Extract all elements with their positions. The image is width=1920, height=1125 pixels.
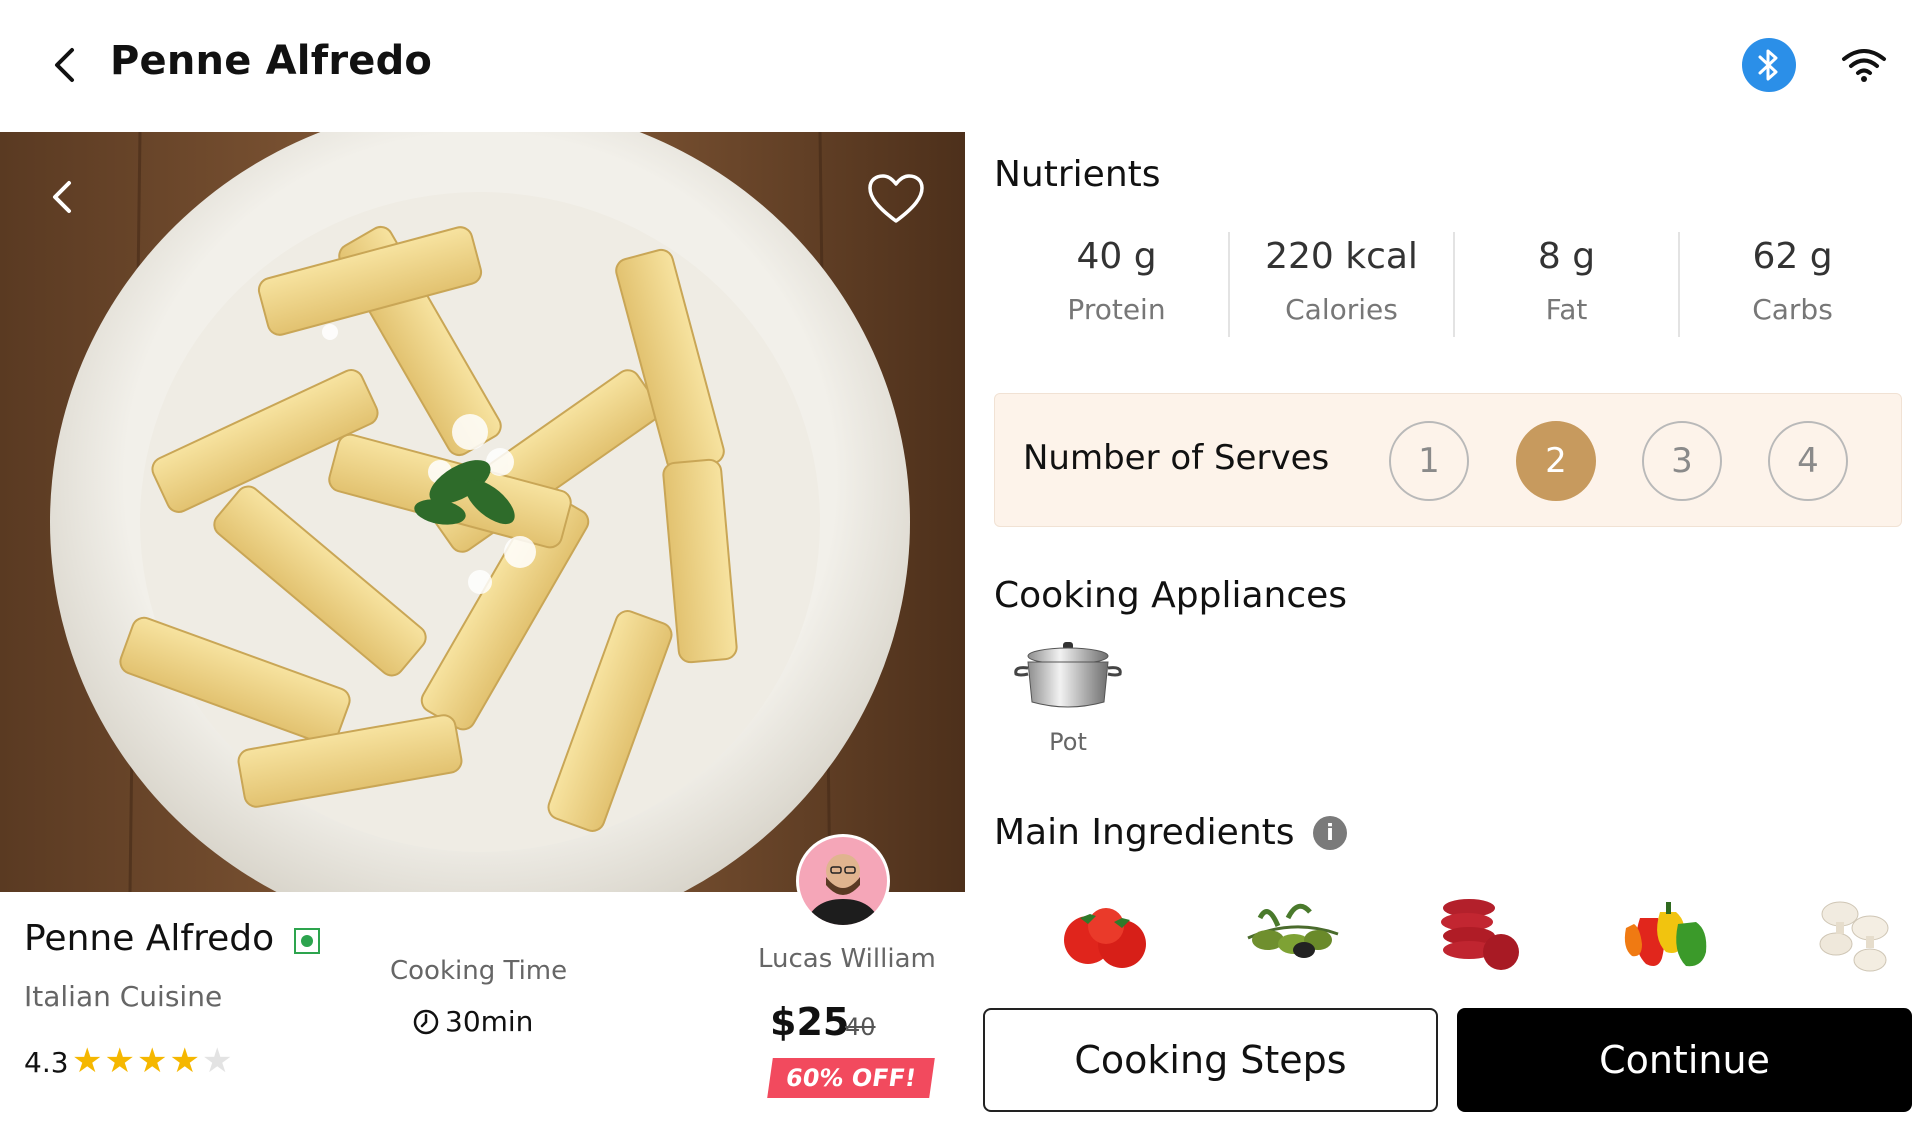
chevron-left-icon [53, 181, 71, 213]
cooking-steps-button[interactable]: Cooking Steps [983, 1008, 1438, 1112]
serves-selector: Number of Serves 1 2 3 4 [994, 393, 1902, 527]
nutrients-title: Nutrients [994, 154, 1161, 195]
nutrient-label: Fat [1545, 293, 1588, 326]
serve-option-1[interactable]: 1 [1389, 421, 1469, 501]
tomato-icon[interactable] [1050, 878, 1160, 988]
cooking-time-label: Cooking Time [390, 956, 568, 986]
dish-photo [0, 132, 965, 892]
nutrient-value: 220 kcal [1265, 236, 1418, 277]
star-filled-icon: ★ [104, 1041, 135, 1081]
wifi-icon [1842, 49, 1886, 82]
chevron-left-icon [55, 48, 74, 82]
original-price: 40 [845, 1013, 876, 1041]
nutrient-protein: 40 g Protein [1005, 232, 1230, 337]
photo-back-button[interactable] [42, 172, 82, 222]
star-filled-icon: ★ [169, 1041, 200, 1081]
favorite-button[interactable] [864, 167, 928, 231]
nutrients-panel: 40 g Protein 220 kcal Calories 8 g Fat 6… [1005, 232, 1905, 337]
heart-outline-icon [868, 174, 924, 223]
clock-icon [413, 1009, 439, 1034]
appliances-title: Cooking Appliances [994, 575, 1348, 616]
cuisine-label: Italian Cuisine [24, 980, 223, 1013]
cooking-time-text: 30min [445, 1005, 534, 1038]
serves-label: Number of Serves [1023, 438, 1330, 478]
salami-icon[interactable] [1425, 878, 1535, 988]
dish-name: Penne Alfredo [24, 918, 275, 959]
star-filled-icon: ★ [136, 1041, 168, 1081]
nutrient-fat: 8 g Fat [1455, 232, 1680, 337]
nutrient-value: 40 g [1076, 236, 1157, 277]
nutrient-value: 62 g [1752, 236, 1833, 277]
serve-option-4[interactable]: 4 [1768, 421, 1848, 501]
info-icon[interactable]: i [1313, 816, 1347, 850]
chef-name: Lucas William [758, 944, 936, 974]
star-empty-icon: ★ [201, 1041, 233, 1081]
wifi-button[interactable] [1838, 42, 1890, 88]
serve-option-2[interactable]: 2 [1516, 421, 1596, 501]
rating-value: 4.3 [24, 1046, 69, 1079]
nutrient-label: Calories [1285, 293, 1398, 326]
ingredients-list [1050, 878, 1910, 988]
olives-icon[interactable] [1238, 878, 1348, 988]
star-filled-icon: ★ [72, 1041, 103, 1081]
nutrient-label: Protein [1067, 293, 1166, 326]
pot-icon [1014, 642, 1122, 708]
nutrient-label: Carbs [1752, 293, 1833, 326]
appliance-label: Pot [1049, 728, 1087, 756]
appliance-pot[interactable]: Pot [1010, 640, 1126, 756]
cooking-time-value: 30min [413, 1005, 533, 1038]
veg-indicator-icon [294, 928, 320, 954]
top-bar: Penne Alfredo [0, 0, 1920, 132]
back-button[interactable] [44, 40, 84, 90]
bluetooth-button[interactable] [1742, 38, 1796, 92]
bell-peppers-icon[interactable] [1612, 878, 1722, 988]
nutrient-value: 8 g [1537, 236, 1596, 277]
ingredients-title: Main Ingredients [994, 812, 1295, 853]
discount-badge: 60% OFF! [767, 1058, 935, 1098]
nutrient-calories: 220 kcal Calories [1230, 232, 1455, 337]
page-title: Penne Alfredo [110, 38, 433, 84]
chef-avatar[interactable] [796, 834, 890, 928]
rating-stars: ★ ★ ★ ★ ★ [72, 1044, 232, 1078]
serve-option-3[interactable]: 3 [1642, 421, 1722, 501]
current-price: $25 [770, 1000, 850, 1044]
nutrient-carbs: 62 g Carbs [1680, 232, 1905, 337]
bluetooth-icon [1758, 49, 1778, 81]
continue-button[interactable]: Continue [1457, 1008, 1912, 1112]
mushrooms-icon[interactable] [1800, 878, 1910, 988]
